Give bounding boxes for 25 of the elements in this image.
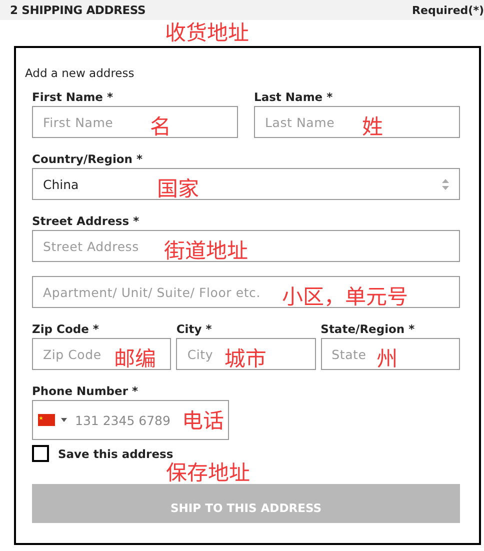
- field-label: First Name *: [32, 90, 113, 104]
- field-label: Country/Region *: [32, 152, 143, 166]
- field-label: Zip Code *: [32, 322, 99, 336]
- form-title: Add a new address: [25, 66, 134, 80]
- annotation: 姓: [362, 116, 383, 137]
- caret-icon[interactable]: [61, 418, 67, 422]
- field-label: State/Region *: [320, 322, 415, 336]
- flag-icon: [38, 414, 55, 426]
- annotation: 州: [376, 348, 398, 369]
- field-label: Street Address *: [32, 214, 140, 228]
- annotation: 名: [150, 116, 171, 137]
- annotation: 城市: [224, 348, 266, 369]
- annotation: 电话: [182, 410, 224, 431]
- annotation: 小区，单元号: [282, 286, 408, 307]
- save-checkbox[interactable]: [32, 445, 49, 462]
- section-title: 2 SHIPPING ADDRESS: [10, 3, 146, 17]
- annotation: 国家: [157, 178, 199, 199]
- annotation: 街道地址: [164, 240, 248, 261]
- annotation: 邮编: [114, 348, 156, 369]
- field-label: Phone Number *: [32, 384, 138, 398]
- field-label: City *: [176, 322, 212, 336]
- field-label: Last Name *: [254, 90, 333, 104]
- sort-arrows-icon: [442, 178, 449, 190]
- annotation: 收货地址: [165, 22, 249, 43]
- required-note: Required(*): [412, 4, 484, 16]
